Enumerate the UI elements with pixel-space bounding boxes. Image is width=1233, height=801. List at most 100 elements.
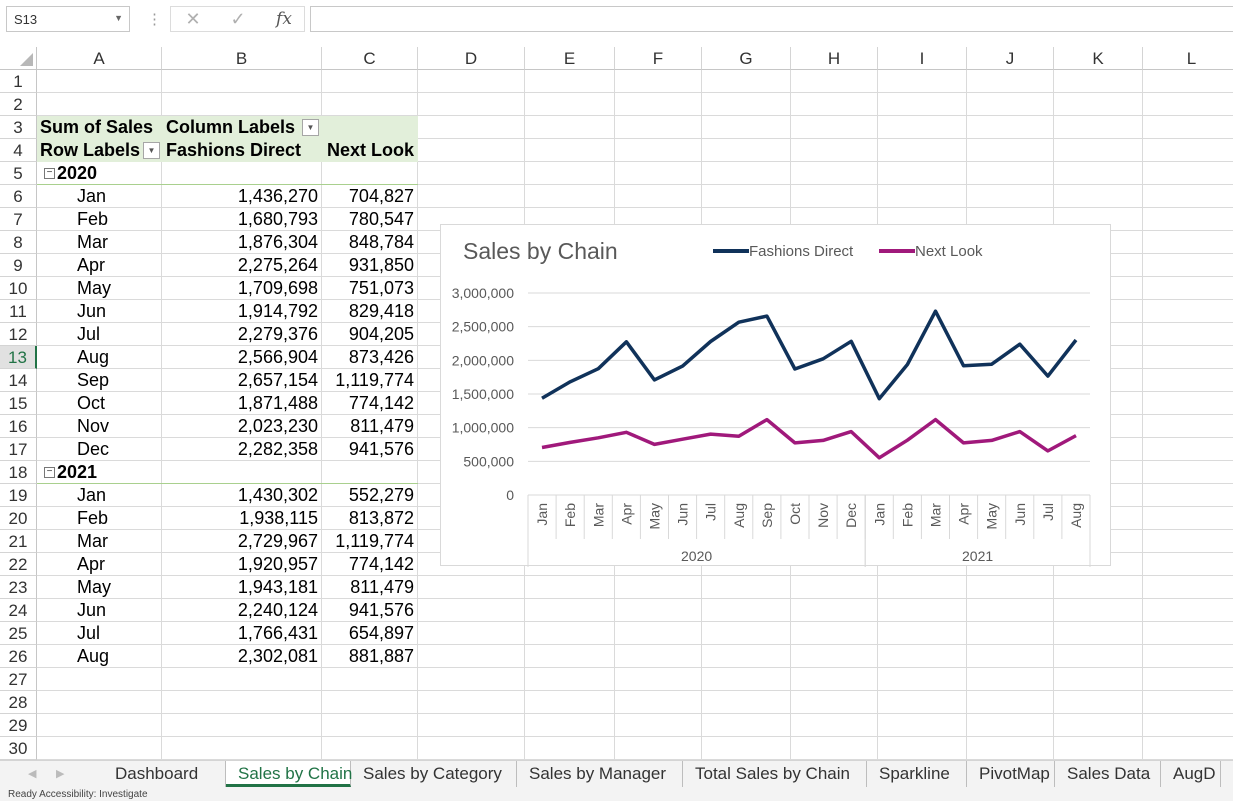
x-icon[interactable]: ✕: [176, 7, 210, 31]
tab-scroll-right-icon[interactable]: ▶: [56, 767, 64, 780]
pivot-col-next-look: Next Look: [326, 140, 414, 160]
tab-sales-by-manager[interactable]: Sales by Manager: [517, 761, 683, 787]
pivot-fashions-direct-value: 1,920,957: [237, 554, 318, 574]
row-header-26[interactable]: 26: [0, 645, 37, 668]
row-header-13[interactable]: 13: [0, 346, 37, 369]
row-header-5[interactable]: 5: [0, 162, 37, 185]
pivot-month-label: Jan: [77, 186, 107, 206]
pivot-month-label: Jan: [77, 485, 107, 505]
column-header-e[interactable]: E: [525, 47, 615, 70]
row-header-29[interactable]: 29: [0, 714, 37, 737]
row-header-24[interactable]: 24: [0, 599, 37, 622]
row-header-4[interactable]: 4: [0, 139, 37, 162]
tab-total-sales-by-chain[interactable]: Total Sales by Chain: [683, 761, 867, 787]
x-tick-label: Oct: [787, 503, 803, 525]
fx-button[interactable]: fx: [267, 7, 301, 31]
line-chart[interactable]: Sales by Chain Fashions Direct Next Look 0 5…: [440, 224, 1111, 567]
pivot-year-2020: 2020: [57, 163, 98, 183]
row-header-18[interactable]: 18: [0, 461, 37, 484]
collapse-group-button[interactable]: −: [44, 467, 55, 478]
drag-handle-icon[interactable]: ⋮: [147, 10, 162, 28]
row-header-25[interactable]: 25: [0, 622, 37, 645]
tab-sales-by-category[interactable]: Sales by Category: [351, 761, 517, 787]
row-header-20[interactable]: 20: [0, 507, 37, 530]
x-tick-label: Jan: [534, 503, 550, 526]
row-header-3[interactable]: 3: [0, 116, 37, 139]
row-header-21[interactable]: 21: [0, 530, 37, 553]
row-header-15[interactable]: 15: [0, 392, 37, 415]
row-header-27[interactable]: 27: [0, 668, 37, 691]
pivot-fashions-direct-value: 1,871,488: [237, 393, 318, 413]
check-icon[interactable]: ✓: [221, 7, 255, 31]
column-header-f[interactable]: F: [615, 47, 702, 70]
row-header-8[interactable]: 8: [0, 231, 37, 254]
pivot-fashions-direct-value: 1,876,304: [237, 232, 318, 252]
x-tick-label: Aug: [1068, 503, 1084, 528]
pivot-next-look-value: 552,279: [348, 485, 414, 505]
pivot-month-label: Jun: [77, 301, 107, 321]
pivot-column-labels: Column Labels: [166, 117, 296, 137]
tab-pivotmap[interactable]: PivotMap: [967, 761, 1055, 787]
column-header-l[interactable]: L: [1143, 47, 1233, 70]
row-header-14[interactable]: 14: [0, 369, 37, 392]
x-tick-label: May: [984, 503, 1000, 529]
tab-sales-by-chain[interactable]: Sales by Chain: [226, 761, 352, 787]
column-header-b[interactable]: B: [162, 47, 322, 70]
pivot-month-label: Apr: [77, 255, 106, 275]
column-header-g[interactable]: G: [702, 47, 791, 70]
x-tick-label: Aug: [731, 503, 747, 528]
pivot-next-look-value: 881,887: [348, 646, 414, 666]
row-header-17[interactable]: 17: [0, 438, 37, 461]
pivot-next-look-value: 811,479: [350, 416, 414, 436]
tab-augd[interactable]: AugD: [1161, 761, 1221, 787]
tab-dashboard[interactable]: Dashboard: [103, 761, 226, 787]
row-header-10[interactable]: 10: [0, 277, 37, 300]
x-tick-label: Jan: [871, 503, 887, 526]
pivot-next-look-value: 751,073: [348, 278, 414, 298]
formula-input[interactable]: [310, 6, 1233, 32]
pivot-next-look-value: 941,576: [348, 600, 414, 620]
select-all-corner[interactable]: [0, 47, 37, 70]
row-header-12[interactable]: 12: [0, 323, 37, 346]
tab-sales-data[interactable]: Sales Data: [1055, 761, 1161, 787]
row-header-11[interactable]: 11: [0, 300, 37, 323]
row-labels-filter-dropdown[interactable]: ▼: [143, 142, 160, 159]
row-header-2[interactable]: 2: [0, 93, 37, 116]
series-line-1: [541, 417, 1077, 460]
pivot-next-look-value: 780,547: [348, 209, 414, 229]
pivot-month-label: Mar: [77, 531, 108, 551]
row-header-6[interactable]: 6: [0, 185, 37, 208]
status-bar: Ready Accessibility: Investigate: [0, 789, 1233, 801]
pivot-fashions-direct-value: 1,938,115: [239, 508, 318, 528]
row-header-9[interactable]: 9: [0, 254, 37, 277]
column-header-k[interactable]: K: [1054, 47, 1143, 70]
row-header-19[interactable]: 19: [0, 484, 37, 507]
column-header-j[interactable]: J: [967, 47, 1054, 70]
row-header-16[interactable]: 16: [0, 415, 37, 438]
row-header-23[interactable]: 23: [0, 576, 37, 599]
x-group-label: 2021: [962, 548, 993, 564]
pivot-col-fashions-direct: Fashions Direct: [166, 140, 302, 160]
column-header-i[interactable]: I: [878, 47, 967, 70]
x-tick-label: Sep: [759, 503, 775, 528]
tab-sparkline[interactable]: Sparkline: [867, 761, 967, 787]
row-header-1[interactable]: 1: [0, 70, 37, 93]
chevron-down-icon[interactable]: ▼: [114, 13, 123, 23]
row-header-7[interactable]: 7: [0, 208, 37, 231]
pivot-fashions-direct-value: 1,914,792: [237, 301, 318, 321]
chart-canvas: Sales by Chain Fashions Direct Next Look 0 5…: [452, 238, 1091, 567]
column-labels-filter-dropdown[interactable]: ▼: [302, 119, 319, 136]
name-box[interactable]: S13 ▼: [6, 6, 130, 32]
column-header-a[interactable]: A: [37, 47, 162, 70]
collapse-group-button[interactable]: −: [44, 168, 55, 179]
x-tick-label: Jul: [1040, 503, 1056, 521]
column-header-h[interactable]: H: [791, 47, 878, 70]
row-header-22[interactable]: 22: [0, 553, 37, 576]
column-header-c[interactable]: C: [322, 47, 418, 70]
tab-scroll-left-icon[interactable]: ◀: [28, 767, 36, 780]
column-gridline: [417, 70, 418, 760]
row-header-30[interactable]: 30: [0, 737, 37, 760]
y-tick-label: 3,000,000: [452, 285, 514, 301]
column-header-d[interactable]: D: [418, 47, 525, 70]
row-header-28[interactable]: 28: [0, 691, 37, 714]
